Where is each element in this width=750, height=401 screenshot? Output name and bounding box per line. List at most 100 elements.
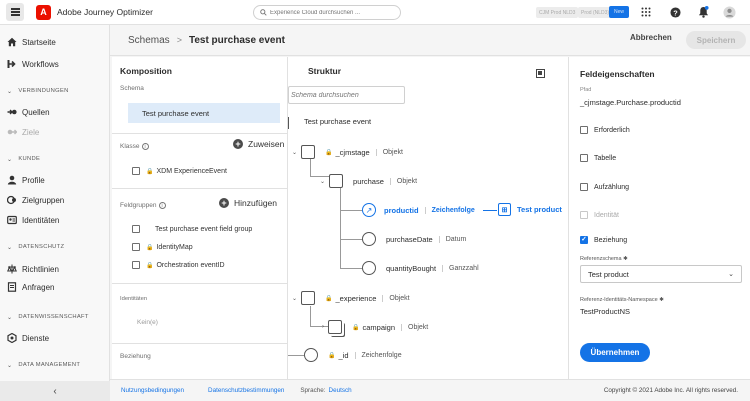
info-icon: i: [158, 202, 166, 209]
identity-icon: [7, 215, 17, 225]
workflow-icon: [7, 59, 17, 69]
global-search[interactable]: [253, 5, 401, 20]
nav-item-profiles[interactable]: Profile: [0, 171, 110, 189]
left-navigation: Startseite Workflows ⌄ VERBINDUNGEN Quell…: [0, 25, 110, 401]
nav-item-audiences[interactable]: Zielgruppen: [0, 191, 110, 209]
apps-grid-icon[interactable]: [639, 5, 653, 19]
collapse-all-icon[interactable]: [536, 69, 545, 78]
field-properties-panel: Feldeigenschaften Pfad _cjmstage.Purchas…: [568, 57, 750, 379]
chevron-down-icon[interactable]: ⌄: [292, 295, 297, 302]
nav-item-requests[interactable]: Anfragen: [0, 278, 110, 296]
reference-schema-select[interactable]: Test product ⌄: [580, 265, 742, 283]
collapse-nav-button[interactable]: ‹: [0, 381, 110, 401]
chevron-down-icon[interactable]: ⌄: [320, 178, 325, 185]
fieldgroups-label: Feldgruppen i: [120, 202, 166, 209]
required-checkbox[interactable]: Erforderlich: [580, 126, 630, 134]
nav-item-workflows[interactable]: Workflows: [0, 55, 110, 73]
tree-node-experience[interactable]: ⌄ 🔒 _experience Objekt: [292, 291, 410, 305]
help-icon[interactable]: ?: [668, 5, 682, 19]
nav-item-policies[interactable]: Richtlinien: [0, 260, 110, 278]
nav-item-home[interactable]: Startseite: [0, 33, 110, 51]
reference-schema-label: Referenzschema ✱: [580, 256, 628, 262]
environment-button[interactable]: New: [609, 6, 629, 18]
table-checkbox[interactable]: Tabelle: [580, 154, 616, 162]
nav-section-connections[interactable]: ⌄ VERBINDUNGEN: [0, 85, 110, 97]
breadcrumb-schemas[interactable]: Schemas: [128, 35, 170, 46]
structure-canvas: Struktur Test purchase event ⌄ 🔒 _cjmsta…: [288, 57, 568, 379]
sandbox-switcher[interactable]: Prod (NLD3): [578, 7, 613, 18]
schema-label: Schema: [120, 85, 144, 92]
fieldgroup-checkbox[interactable]: [132, 243, 140, 251]
identity-checkbox[interactable]: Identität: [580, 211, 619, 219]
tree-node-purchasedate[interactable]: purchaseDate Datum: [362, 232, 466, 246]
nav-item-sources[interactable]: Quellen: [0, 103, 110, 121]
add-icon: +: [219, 198, 229, 208]
lock-icon: 🔒: [328, 352, 336, 359]
language-link[interactable]: Deutsch: [329, 387, 352, 394]
field-node-icon: [362, 261, 376, 275]
relation-checkbox[interactable]: ✓ Beziehung: [580, 236, 627, 244]
chevron-down-icon: ⌄: [728, 271, 734, 278]
enum-checkbox[interactable]: Aufzählung: [580, 183, 629, 191]
audience-icon: [7, 195, 17, 205]
tree-line: [310, 159, 311, 177]
nav-item-services[interactable]: Dienste: [0, 329, 110, 347]
schema-search-input[interactable]: [288, 86, 405, 104]
chevron-down-icon[interactable]: ⌄: [292, 149, 297, 156]
chevron-right-icon[interactable]: ›: [322, 324, 324, 330]
save-button[interactable]: Speichern: [686, 31, 746, 49]
add-fieldgroup-button[interactable]: + Hinzufügen: [219, 198, 277, 208]
tree-node-quantitybought[interactable]: quantityBought Ganzzahl: [362, 261, 479, 275]
tree-node-purchase[interactable]: ⌄ purchase Objekt: [320, 174, 417, 188]
tree-node-cjmstage[interactable]: ⌄ 🔒 _cjmstage Objekt: [292, 145, 403, 159]
lock-icon: 🔒: [325, 295, 333, 302]
privacy-link[interactable]: Datenschutzbestimmungen: [208, 387, 284, 394]
nav-item-destinations[interactable]: Ziele: [0, 123, 110, 141]
assign-button[interactable]: + Zuweisen: [233, 139, 284, 149]
terms-link[interactable]: Nutzungsbedingungen: [121, 387, 184, 394]
chevron-down-icon: ⌄: [7, 156, 13, 163]
nav-item-identities[interactable]: Identitäten: [0, 211, 110, 229]
lock-icon: 🔒: [352, 324, 360, 331]
nav-section-privacy[interactable]: ⌄ DATENSCHUTZ: [0, 241, 110, 253]
nav-section-customer[interactable]: ⌄ KUNDE: [0, 153, 110, 165]
tree-line: [340, 239, 362, 240]
class-checkbox[interactable]: [132, 167, 140, 175]
sources-icon: [7, 107, 17, 117]
relation-link-icon: ↗: [362, 203, 376, 217]
fieldgroup-item[interactable]: Test purchase event field group: [132, 225, 252, 233]
cancel-button[interactable]: Abbrechen: [630, 33, 672, 42]
lock-icon: 🔒: [146, 244, 154, 251]
reference-namespace-value: TestProductNS: [580, 307, 631, 316]
field-node-icon: [362, 232, 376, 246]
tree-node-campaign[interactable]: › 🔒 campaign Objekt: [322, 320, 428, 334]
user-avatar-icon[interactable]: [722, 5, 736, 19]
hamburger-menu-icon[interactable]: [6, 3, 24, 21]
fieldgroup-checkbox[interactable]: [132, 225, 140, 233]
tree-node-productid[interactable]: ↗ productid Zeichenfolge: [362, 203, 475, 217]
lock-icon: 🔒: [325, 149, 333, 156]
org-switcher[interactable]: CJM Prod NLD3: [536, 7, 579, 18]
fieldgroup-checkbox[interactable]: [132, 261, 140, 269]
object-node-icon: [301, 291, 316, 305]
schema-item-selected[interactable]: Test purchase event: [128, 103, 280, 123]
search-input[interactable]: [270, 9, 400, 16]
notifications-bell-icon[interactable]: [696, 5, 710, 19]
field-node-icon: [304, 348, 318, 362]
breadcrumb-separator: >: [176, 35, 182, 45]
fieldgroup-item[interactable]: 🔒 Orchestration eventID: [132, 261, 225, 269]
destinations-icon: [7, 127, 17, 137]
tree-root[interactable]: Test purchase event: [304, 117, 371, 126]
relation-target-schema[interactable]: ⊞ Test product: [498, 203, 562, 216]
tree-line: [340, 210, 362, 211]
tree-node-id[interactable]: 🔒 _id Zeichenfolge: [304, 348, 402, 362]
nav-section-data-science[interactable]: ⌄ DATENWISSENSCHAFT: [0, 311, 110, 323]
adobe-logo-icon[interactable]: A: [36, 4, 51, 20]
profile-icon: [7, 175, 17, 185]
apply-button[interactable]: Übernehmen: [580, 343, 650, 362]
chevron-down-icon: ⌄: [7, 314, 13, 321]
class-item[interactable]: 🔒 XDM ExperienceEvent: [132, 167, 227, 175]
fieldgroup-item[interactable]: 🔒 IdentityMap: [132, 243, 193, 251]
nav-section-data-management[interactable]: ⌄ DATA MANAGEMENT: [0, 359, 110, 371]
chevron-down-icon: ⌄: [7, 362, 13, 369]
